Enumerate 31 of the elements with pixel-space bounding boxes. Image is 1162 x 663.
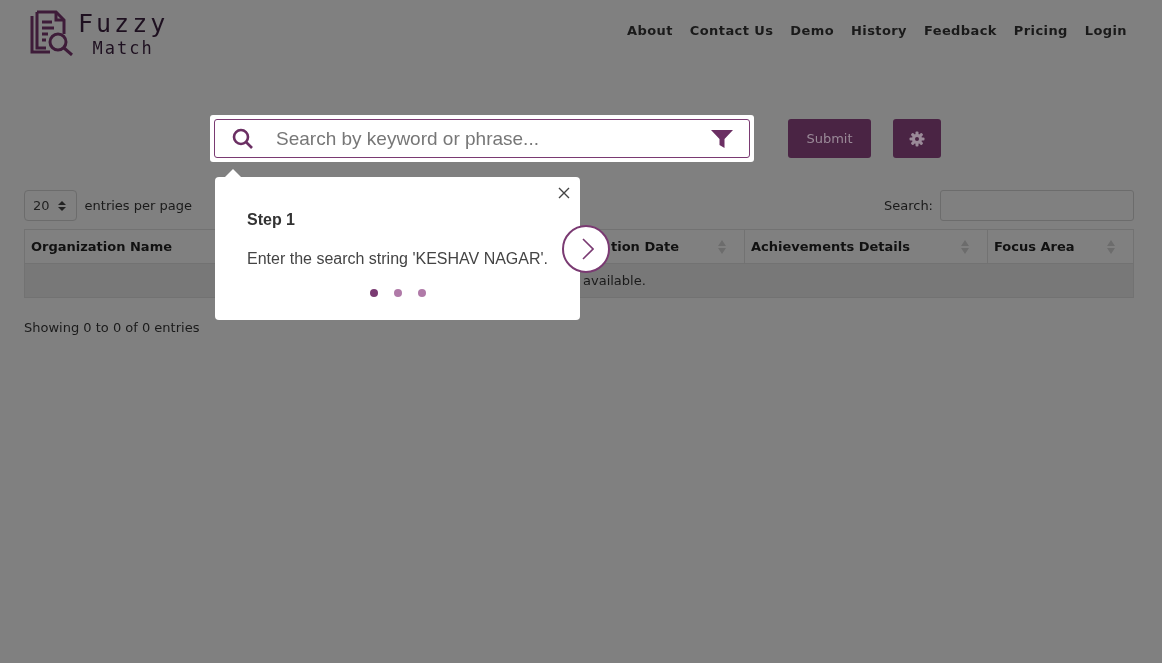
logo-subtitle: Match [92, 38, 154, 58]
settings-button[interactable] [893, 119, 941, 158]
settings-icon [909, 130, 925, 147]
nav-link[interactable]: Contact Us [679, 23, 781, 38]
filter-icon[interactable] [711, 129, 733, 148]
step-dot[interactable] [417, 289, 426, 297]
nav-link[interactable]: Demo [780, 23, 841, 38]
search-field[interactable]: Search by keyword or phrase... [214, 119, 750, 158]
nav-link[interactable]: Feedback [913, 23, 1004, 38]
close-icon[interactable] [558, 187, 570, 199]
column-header[interactable]: Focus Area [988, 230, 1133, 263]
column-header[interactable]: Achievements Details [745, 230, 988, 263]
nav-link[interactable]: Pricing [1003, 23, 1075, 38]
tour-text: Enter the search string 'KESHAV NAGAR'. [247, 250, 550, 268]
empty-message: available. [583, 273, 646, 288]
entries-label: entries per page [84, 198, 192, 213]
nav-link[interactable]: About [617, 23, 680, 38]
submit-button[interactable]: Submit [788, 119, 871, 158]
next-button[interactable] [562, 225, 610, 273]
step-dot[interactable] [393, 289, 402, 297]
search-icon [232, 127, 254, 150]
entries-select[interactable]: 20 [24, 190, 77, 221]
step-dot[interactable] [369, 289, 378, 297]
nav-link[interactable]: Login [1074, 23, 1134, 38]
sort-arrows-icon [57, 199, 66, 212]
logo-title: Fuzzy [78, 10, 169, 38]
table-info: Showing 0 to 0 of 0 entries [24, 320, 201, 335]
search-label: Search: [883, 198, 933, 213]
tour-title: Step 1 [247, 211, 296, 229]
nav-link[interactable]: History [841, 23, 914, 38]
chevron-right-icon [582, 238, 594, 260]
